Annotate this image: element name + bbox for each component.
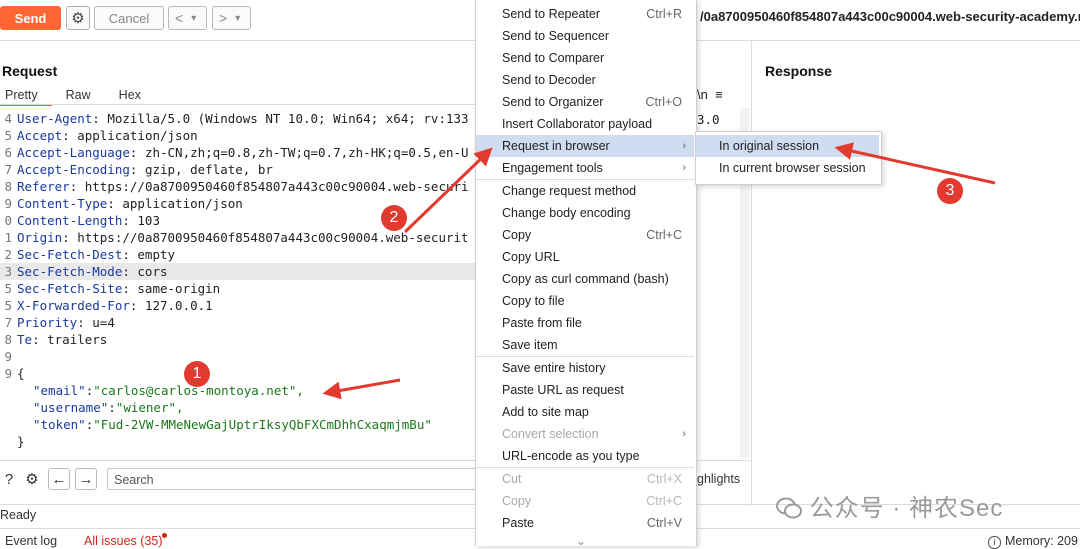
annotation-badge-1: 1 [184, 361, 210, 387]
annotation-badge-3: 3 [937, 178, 963, 204]
annotation-arrow-3 [834, 142, 996, 185]
annotation-arrow-2 [403, 147, 493, 234]
annotation-overlay [322, 142, 996, 400]
annotation-arrow-1 [322, 378, 401, 400]
annotation-badge-2: 2 [381, 205, 407, 231]
